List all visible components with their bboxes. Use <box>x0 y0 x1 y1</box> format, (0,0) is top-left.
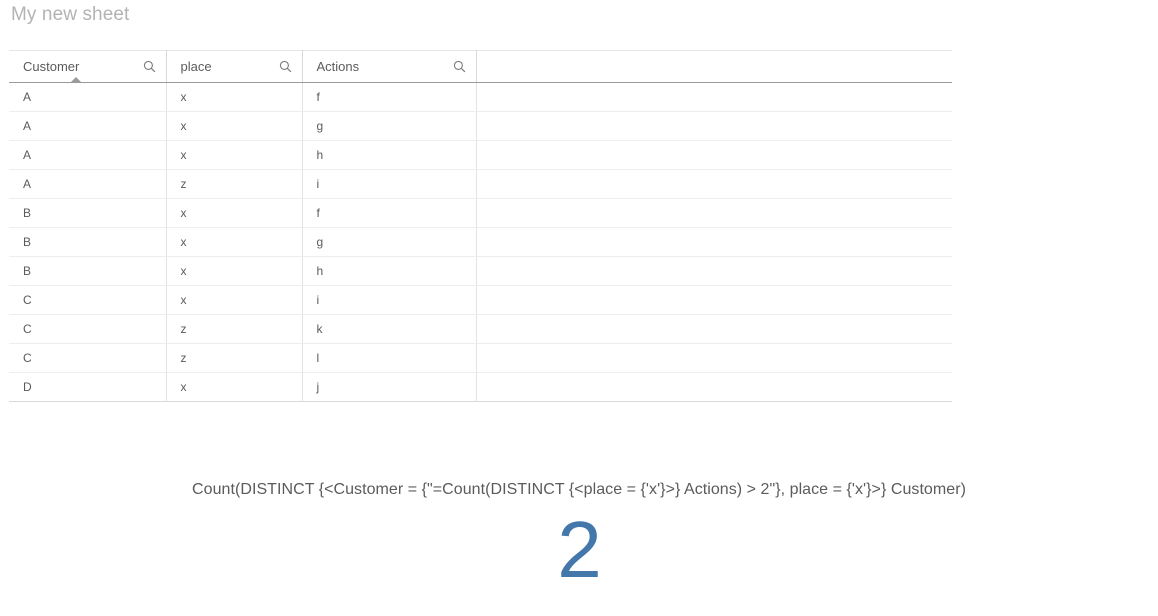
table-body: A x f A x g A x h A z i B x f B x g B x … <box>9 82 952 402</box>
cell-place[interactable]: x <box>166 372 303 402</box>
cell-place[interactable]: x <box>166 140 303 170</box>
cell-actions[interactable]: j <box>302 372 477 402</box>
table-object: Customer place Actions A x f A x g A x h… <box>9 50 952 402</box>
cell-blank <box>476 198 952 228</box>
column-header-label: Customer <box>23 59 80 74</box>
cell-place[interactable]: z <box>166 343 303 373</box>
table-row[interactable]: A z i <box>9 169 952 199</box>
cell-blank <box>476 111 952 141</box>
cell-customer[interactable]: A <box>9 82 167 112</box>
cell-actions[interactable]: h <box>302 256 477 286</box>
cell-actions[interactable]: f <box>302 198 477 228</box>
cell-actions[interactable]: g <box>302 227 477 257</box>
cell-customer[interactable]: B <box>9 227 167 257</box>
cell-blank <box>476 343 952 373</box>
cell-blank <box>476 285 952 315</box>
cell-customer[interactable]: A <box>9 111 167 141</box>
cell-customer[interactable]: B <box>9 256 167 286</box>
search-icon[interactable] <box>453 60 466 73</box>
cell-actions[interactable]: f <box>302 82 477 112</box>
cell-place[interactable]: z <box>166 169 303 199</box>
column-header-label: Actions <box>316 59 360 74</box>
cell-blank <box>476 169 952 199</box>
cell-actions[interactable]: l <box>302 343 477 373</box>
cell-place[interactable]: x <box>166 256 303 286</box>
cell-customer[interactable]: A <box>9 169 167 199</box>
cell-blank <box>476 82 952 112</box>
cell-place[interactable]: x <box>166 111 303 141</box>
column-header-customer[interactable]: Customer <box>9 50 167 83</box>
cell-blank <box>476 227 952 257</box>
cell-place[interactable]: x <box>166 227 303 257</box>
table-row[interactable]: B x g <box>9 227 952 257</box>
column-header-label: place <box>180 59 212 74</box>
table-row[interactable]: B x h <box>9 256 952 286</box>
table-header: Customer place Actions <box>9 50 952 83</box>
table-row[interactable]: D x j <box>9 372 952 402</box>
cell-place[interactable]: z <box>166 314 303 344</box>
table-row[interactable]: A x f <box>9 82 952 112</box>
cell-actions[interactable]: k <box>302 314 477 344</box>
cell-actions[interactable]: h <box>302 140 477 170</box>
cell-customer[interactable]: C <box>9 285 167 315</box>
kpi-expression-label: Count(DISTINCT {<Customer = {"=Count(DIS… <box>192 481 966 498</box>
cell-blank <box>476 314 952 344</box>
page-title: My new sheet <box>11 4 130 25</box>
cell-customer[interactable]: C <box>9 343 167 373</box>
cell-place[interactable]: x <box>166 285 303 315</box>
column-header-actions[interactable]: Actions <box>302 50 477 83</box>
cell-customer[interactable]: A <box>9 140 167 170</box>
table-row[interactable]: A x g <box>9 111 952 141</box>
table-row[interactable]: C z k <box>9 314 952 344</box>
search-icon[interactable] <box>143 60 156 73</box>
cell-place[interactable]: x <box>166 82 303 112</box>
cell-actions[interactable]: g <box>302 111 477 141</box>
search-icon[interactable] <box>279 60 292 73</box>
cell-customer[interactable]: B <box>9 198 167 228</box>
cell-actions[interactable]: i <box>302 169 477 199</box>
cell-blank <box>476 372 952 402</box>
cell-actions[interactable]: i <box>302 285 477 315</box>
cell-blank <box>476 140 952 170</box>
kpi-object: Count(DISTINCT {<Customer = {"=Count(DIS… <box>0 476 1158 592</box>
cell-customer[interactable]: C <box>9 314 167 344</box>
column-header-place[interactable]: place <box>166 50 303 83</box>
table-row[interactable]: C x i <box>9 285 952 315</box>
kpi-value: 2 <box>557 505 602 594</box>
cell-place[interactable]: x <box>166 198 303 228</box>
cell-blank <box>476 256 952 286</box>
table-row[interactable]: A x h <box>9 140 952 170</box>
data-table: Customer place Actions A x f A x g A x h… <box>9 50 952 402</box>
table-row[interactable]: B x f <box>9 198 952 228</box>
table-row[interactable]: C z l <box>9 343 952 373</box>
sort-ascending-icon <box>71 77 81 82</box>
cell-customer[interactable]: D <box>9 372 167 402</box>
column-header-blank <box>476 50 952 83</box>
table-header-row: Customer place Actions <box>9 50 952 83</box>
